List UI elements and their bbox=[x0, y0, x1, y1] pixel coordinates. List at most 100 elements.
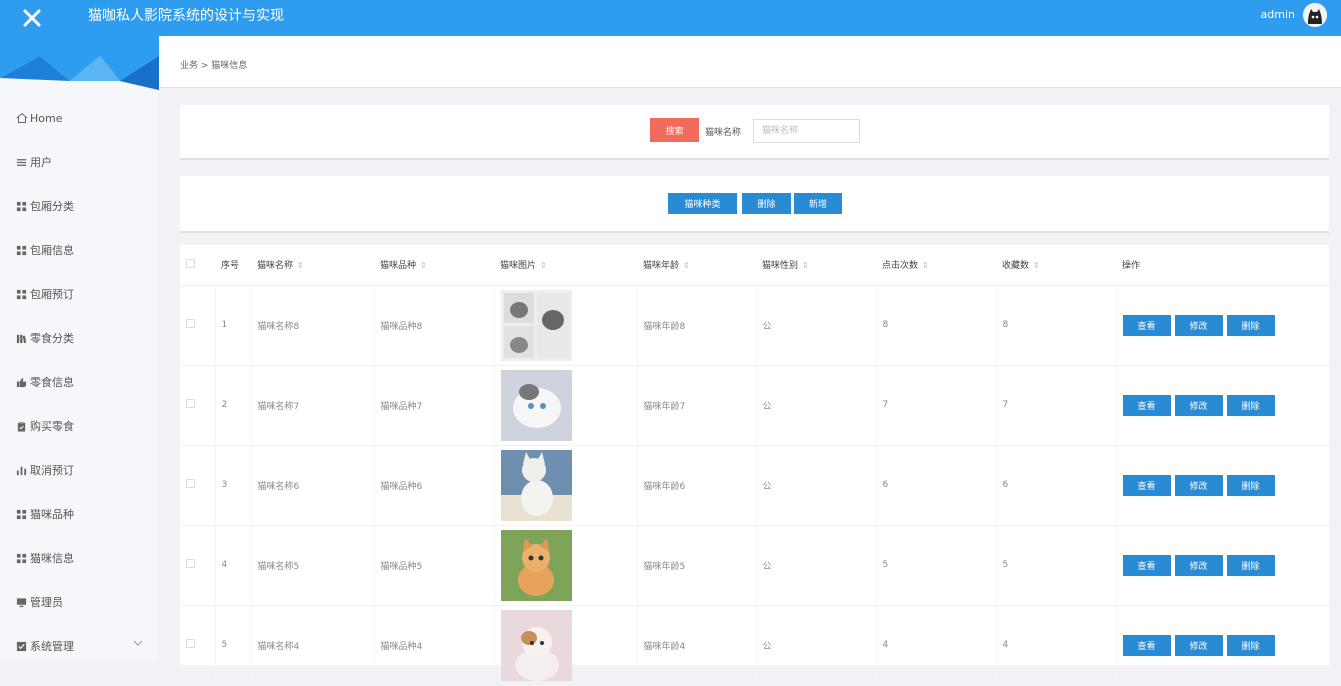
clipboard-icon bbox=[15, 420, 28, 433]
cell-index: 3 bbox=[215, 445, 252, 526]
cell-name: 猫咪名称8 bbox=[251, 285, 375, 366]
view-button[interactable]: 查看 bbox=[1122, 394, 1171, 416]
sidebar-item-3[interactable]: 包厢信息 bbox=[0, 228, 159, 272]
sort-icon: ⇕ bbox=[683, 261, 690, 271]
edit-button[interactable]: 修改 bbox=[1174, 554, 1223, 576]
sidebar-item-9[interactable]: 猫咪品种 bbox=[0, 492, 159, 536]
row-delete-button[interactable]: 删除 bbox=[1226, 554, 1275, 576]
sidebar-item-5[interactable]: 零食分类 bbox=[0, 316, 159, 360]
cell-clicks: 4 bbox=[876, 605, 997, 686]
row-actions: 查看 修改 删除 bbox=[1122, 634, 1329, 656]
sidebar-item-label: 包厢分类 bbox=[30, 200, 74, 213]
sidebar-item-label: 包厢信息 bbox=[30, 244, 74, 257]
add-button[interactable]: 新增 bbox=[794, 193, 842, 214]
edit-button[interactable]: 修改 bbox=[1174, 634, 1223, 656]
cell-gender: 公 bbox=[756, 365, 877, 446]
edit-button[interactable]: 修改 bbox=[1174, 394, 1223, 416]
row-delete-button[interactable]: 删除 bbox=[1226, 634, 1275, 656]
header-breed[interactable]: 猫咪品种 ⇕ bbox=[374, 245, 494, 286]
cell-age: 猫咪年龄4 bbox=[637, 605, 757, 686]
header-image[interactable]: 猫咪图片 ⇕ bbox=[494, 245, 637, 286]
cell-breed: 猫咪品种8 bbox=[374, 285, 495, 366]
sort-icon: ⇕ bbox=[540, 261, 547, 271]
row-delete-button[interactable]: 删除 bbox=[1226, 394, 1275, 416]
sidebar-item-1[interactable]: 用户 bbox=[0, 140, 159, 184]
row-checkbox[interactable] bbox=[186, 639, 195, 648]
search-panel: 搜索 猫咪名称 bbox=[180, 105, 1329, 160]
sidebar-item-2[interactable]: 包厢分类 bbox=[0, 184, 159, 228]
cell-gender: 公 bbox=[756, 525, 877, 606]
username[interactable]: admin bbox=[1261, 0, 1295, 30]
header-clicks[interactable]: 点击次数 ⇕ bbox=[876, 245, 996, 286]
view-button[interactable]: 查看 bbox=[1122, 474, 1171, 496]
cell-name: 猫咪名称4 bbox=[251, 605, 375, 686]
top-bar: 猫咖私人影院系统的设计与实现 admin bbox=[0, 0, 1341, 36]
sidebar-item-7[interactable]: 购买零食 bbox=[0, 404, 159, 448]
cell-index: 5 bbox=[215, 605, 252, 686]
row-checkbox[interactable] bbox=[186, 399, 195, 408]
sidebar-item-label: 包厢预订 bbox=[30, 288, 74, 301]
close-icon[interactable] bbox=[0, 0, 64, 36]
header-favorites[interactable]: 收藏数 ⇕ bbox=[996, 245, 1116, 286]
search-button[interactable]: 搜索 bbox=[650, 118, 699, 142]
row-delete-button[interactable]: 删除 bbox=[1226, 314, 1275, 336]
books-icon bbox=[15, 332, 28, 345]
view-button[interactable]: 查看 bbox=[1122, 634, 1171, 656]
sort-icon: ⇕ bbox=[922, 261, 929, 271]
header-name[interactable]: 猫咪名称 ⇕ bbox=[251, 245, 374, 286]
table-row: 1 猫咪名称8 猫咪品种8 猫咪年龄8 公 8 8 查看 修改 删除 bbox=[180, 285, 1330, 366]
cell-clicks: 6 bbox=[876, 445, 997, 526]
header-gender[interactable]: 猫咪性别 ⇕ bbox=[756, 245, 876, 286]
data-table-panel: 序号 猫咪名称 ⇕ 猫咪品种 ⇕ 猫咪图片 ⇕ 猫咪年龄 ⇕ 猫咪性别 ⇕ 点击次数 ⇕ 收… bbox=[180, 245, 1330, 686]
grid-icon bbox=[15, 552, 28, 565]
sidebar: Home 用户包厢分类包厢信息包厢预订零食分类 零食信息 购买零食 取消预订 猫咪品种猫咪… bbox=[0, 36, 159, 660]
row-delete-button[interactable]: 删除 bbox=[1226, 474, 1275, 496]
cat-image[interactable] bbox=[500, 289, 572, 361]
view-button[interactable]: 查看 bbox=[1122, 554, 1171, 576]
cell-clicks: 8 bbox=[876, 285, 997, 366]
sidebar-item-11[interactable]: 管理员 bbox=[0, 580, 159, 624]
row-checkbox[interactable] bbox=[186, 319, 195, 328]
search-label: 猫咪名称 bbox=[705, 128, 742, 138]
cell-age: 猫咪年龄7 bbox=[637, 365, 757, 446]
row-checkbox[interactable] bbox=[186, 479, 195, 488]
cat-avatar-icon[interactable] bbox=[1303, 3, 1327, 27]
sidebar-item-0[interactable]: Home bbox=[0, 96, 159, 140]
app-title: 猫咖私人影院系统的设计与实现 bbox=[88, 8, 284, 24]
cell-age: 猫咪年龄6 bbox=[637, 445, 757, 526]
sidebar-item-4[interactable]: 包厢预订 bbox=[0, 272, 159, 316]
sidebar-menu: Home 用户包厢分类包厢信息包厢预订零食分类 零食信息 购买零食 取消预订 猫咪品种猫咪… bbox=[0, 96, 159, 668]
edit-button[interactable]: 修改 bbox=[1174, 314, 1223, 336]
header-age[interactable]: 猫咪年龄 ⇕ bbox=[637, 245, 756, 286]
sidebar-banner bbox=[0, 36, 159, 90]
sidebar-item-label: 猫咪信息 bbox=[30, 552, 74, 565]
cat-image[interactable] bbox=[500, 449, 572, 521]
edit-button[interactable]: 修改 bbox=[1174, 474, 1223, 496]
cell-favorites: 7 bbox=[996, 365, 1117, 446]
table-row: 5 猫咪名称4 猫咪品种4 猫咪年龄4 公 4 4 查看 修改 删除 bbox=[180, 605, 1330, 686]
cat-category-button[interactable]: 猫咪种类 bbox=[668, 193, 737, 214]
cell-breed: 猫咪品种7 bbox=[374, 365, 495, 446]
thumbs-up-icon bbox=[15, 376, 28, 389]
cell-breed: 猫咪品种4 bbox=[374, 605, 495, 686]
sidebar-item-12[interactable]: 系统管理 bbox=[0, 624, 159, 668]
sidebar-item-label: Home bbox=[30, 111, 63, 125]
list-icon bbox=[15, 156, 28, 169]
delete-button[interactable]: 删除 bbox=[742, 193, 791, 214]
grid-icon bbox=[15, 288, 28, 301]
row-checkbox[interactable] bbox=[186, 559, 195, 568]
sidebar-item-6[interactable]: 零食信息 bbox=[0, 360, 159, 404]
sort-icon: ⇕ bbox=[297, 261, 304, 271]
cat-image[interactable] bbox=[500, 529, 572, 601]
header-index: 序号 bbox=[215, 245, 251, 286]
cell-favorites: 4 bbox=[996, 605, 1117, 686]
cat-image[interactable] bbox=[500, 369, 572, 441]
cell-gender: 公 bbox=[756, 445, 877, 526]
cell-name: 猫咪名称5 bbox=[251, 525, 375, 606]
cat-image[interactable] bbox=[500, 609, 572, 681]
select-all-checkbox[interactable] bbox=[186, 258, 195, 268]
search-input[interactable] bbox=[753, 119, 860, 143]
view-button[interactable]: 查看 bbox=[1122, 314, 1171, 336]
sidebar-item-10[interactable]: 猫咪信息 bbox=[0, 536, 159, 580]
sidebar-item-8[interactable]: 取消预订 bbox=[0, 448, 159, 492]
